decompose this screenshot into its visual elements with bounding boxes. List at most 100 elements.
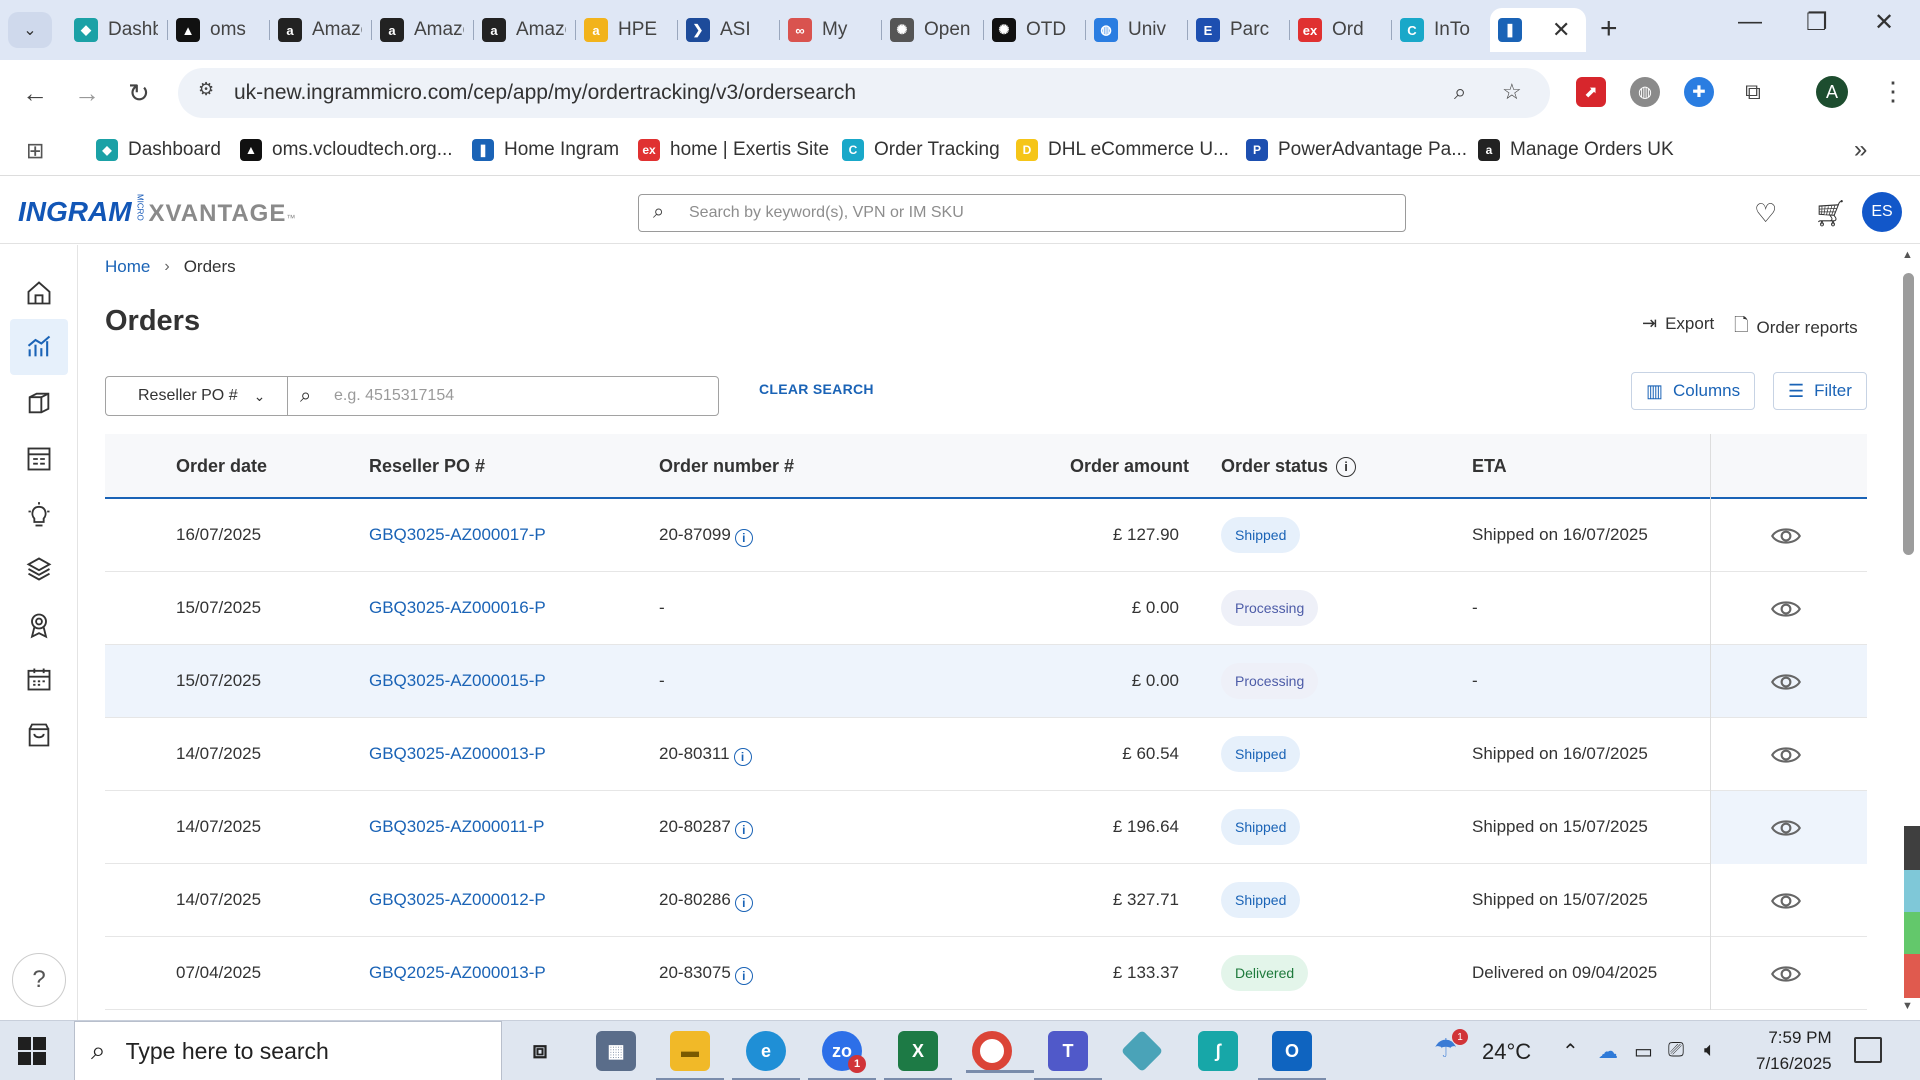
breadcrumb-home-link[interactable]: Home [105,257,150,277]
network-extension-icon[interactable]: ✚ [1684,77,1714,107]
browser-tab[interactable]: ▲ oms [168,8,270,52]
nav-store[interactable] [10,431,68,487]
reseller-po-link[interactable]: GBQ3025-AZ000016-P [369,598,546,618]
browser-tab[interactable]: ✺ OTD [984,8,1086,52]
info-icon[interactable]: i [733,748,752,766]
notification-center-icon[interactable] [1854,1037,1882,1063]
nav-analytics[interactable] [10,319,68,375]
zoom-icon[interactable]: ⌕ [1454,79,1466,105]
excel-icon[interactable]: X [884,1031,952,1080]
browser-tab[interactable]: ❯ ASI [678,8,780,52]
nav-rewards[interactable] [10,597,68,653]
task-view-icon[interactable]: ⧈ [520,1031,560,1071]
order-reports-button[interactable]: 🗋︎ Order reports [1734,313,1858,343]
reseller-po-link[interactable]: GBQ3025-AZ000015-P [369,671,546,691]
minimize-button[interactable]: — [1738,8,1762,36]
network-icon[interactable]: ⎚ [1668,1039,1684,1062]
system-clock[interactable]: 7:59 PM 7/16/2025 [1756,1025,1832,1077]
battery-icon[interactable]: ▭ [1634,1039,1653,1064]
info-icon[interactable]: i [1336,456,1357,477]
view-eye-icon[interactable] [1771,959,1801,989]
table-row[interactable]: 16/07/2025 GBQ3025-AZ000017-P 20-87099 i … [105,499,1867,572]
tab-active[interactable]: ❚ ✕ [1490,8,1586,52]
edge-browser-icon[interactable]: e [732,1031,800,1080]
bookmark-star-icon[interactable]: ☆ [1502,79,1522,105]
view-eye-icon[interactable] [1771,813,1801,843]
browser-tab[interactable]: a Amazon [474,8,576,52]
bookmark-item[interactable]: P PowerAdvantage Pa... [1246,136,1467,164]
view-eye-icon[interactable] [1771,886,1801,916]
zoom-app-icon[interactable]: zo 1 [808,1031,876,1080]
reseller-po-link[interactable]: GBQ3025-AZ000017-P [369,525,546,545]
browser-tab[interactable]: a Amazon [270,8,372,52]
apps-grid-icon[interactable]: ⊞ [26,138,44,164]
header-order-amount[interactable]: Order amount [1070,456,1189,477]
browser-tab[interactable]: ◍ Univ [1086,8,1188,52]
scroll-up-arrow-icon[interactable]: ▲ [1902,249,1913,261]
nav-catalog[interactable] [10,375,68,431]
export-button[interactable]: ⇥ Export [1642,313,1714,334]
bookmark-item[interactable]: ◆ Dashboard [96,136,221,164]
calculator-icon[interactable]: ▦ [596,1031,636,1071]
columns-button[interactable]: ▥ Columns [1631,372,1755,410]
header-order-date[interactable]: Order date [176,456,267,477]
reseller-po-link[interactable]: GBQ2025-AZ000013-P [369,963,546,983]
reseller-po-link[interactable]: GBQ3025-AZ000011-P [369,817,544,837]
extensions-puzzle-icon[interactable]: ⧉ [1738,77,1768,107]
nav-services[interactable] [10,541,68,597]
ingram-xvantage-logo[interactable]: INGRAM MICRO XVANTAGE ™ [18,194,295,228]
taskbar-search-box[interactable]: ⌕ Type here to search [74,1021,502,1080]
globe-extension-icon[interactable]: ◍ [1630,77,1660,107]
favorites-heart-icon[interactable]: ♡ [1754,198,1777,229]
site-info-icon[interactable]: ⚙ [198,79,214,100]
table-row[interactable]: 07/04/2025 GBQ2025-AZ000013-P 20-83075 i … [105,937,1867,1010]
header-reseller-po[interactable]: Reseller PO # [369,456,485,477]
onedrive-cloud-icon[interactable]: ☁ [1598,1039,1618,1064]
scrollbar-thumb[interactable] [1903,273,1914,555]
diamond-app-icon[interactable] [1120,1029,1164,1073]
tray-overflow-chevron-icon[interactable]: ⌃ [1562,1039,1579,1064]
volume-icon[interactable]: 🔈︎ [1704,1039,1716,1062]
bookmark-item[interactable]: ▲ oms.vcloudtech.org... [240,136,453,164]
browser-tab[interactable]: ✺ Open [882,8,984,52]
table-row[interactable]: 15/07/2025 GBQ3025-AZ000016-P - £ 0.00 P… [105,572,1867,645]
browser-menu-icon[interactable]: ⋮ [1880,76,1906,107]
browser-tab[interactable]: ∞ My [780,8,882,52]
view-eye-icon[interactable] [1771,667,1801,697]
omnibox[interactable]: ⚙ uk-new.ingrammicro.com/cep/app/my/orde… [178,68,1550,118]
close-tab-icon[interactable]: ✕ [1552,17,1570,43]
help-icon[interactable]: ? [12,953,66,1007]
browser-tab[interactable]: ex Ord [1290,8,1392,52]
restore-button[interactable]: ❐ [1806,8,1828,37]
windows-start-icon[interactable] [18,1037,46,1065]
header-order-number[interactable]: Order number # [659,456,794,477]
info-icon[interactable]: i [734,967,753,985]
view-eye-icon[interactable] [1771,521,1801,551]
profile-avatar[interactable]: A [1816,76,1848,108]
weather-icon[interactable]: ☂ 1 [1434,1029,1468,1064]
nav-calendar[interactable] [10,651,68,707]
user-avatar[interactable]: ES [1862,192,1902,232]
header-order-status[interactable]: Order status i [1221,456,1357,477]
header-eta[interactable]: ETA [1472,456,1507,477]
bookmark-item[interactable]: ❚ Home Ingram [472,136,619,164]
back-button[interactable]: ← [22,78,48,109]
cart-icon[interactable]: 🛒︎ [1814,198,1847,229]
teams-icon[interactable]: T [1034,1031,1102,1080]
nav-marketplace[interactable] [10,707,68,763]
info-icon[interactable]: i [734,529,753,547]
table-row[interactable]: 14/07/2025 GBQ3025-AZ000012-P 20-80286 i … [105,864,1867,937]
table-row[interactable]: 14/07/2025 GBQ3025-AZ000013-P 20-80311 i … [105,718,1867,791]
order-search-input[interactable] [334,383,704,409]
view-eye-icon[interactable] [1771,594,1801,624]
nav-insights[interactable] [10,487,68,543]
new-tab-button[interactable]: + [1600,12,1618,46]
chrome-icon[interactable] [966,1031,1034,1073]
info-icon[interactable]: i [734,821,753,839]
weather-temperature[interactable]: 24°C [1482,1039,1531,1065]
bookmark-item[interactable]: a Manage Orders UK [1478,136,1674,164]
pdf-extension-icon[interactable]: ⬈ [1576,77,1606,107]
script-app-icon[interactable]: ʃ [1198,1031,1238,1071]
table-row[interactable]: 15/07/2025 GBQ3025-AZ000015-P - £ 0.00 P… [105,645,1867,718]
browser-tab[interactable]: C InTo [1392,8,1494,52]
